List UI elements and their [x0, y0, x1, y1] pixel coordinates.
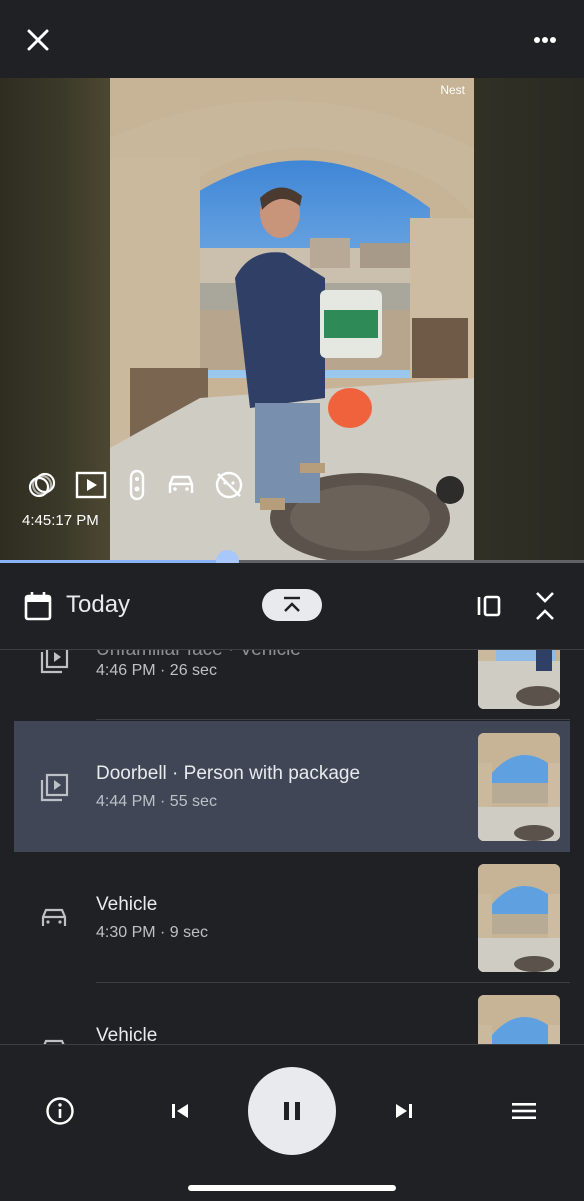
- video-clip-icon: [38, 771, 70, 803]
- info-button[interactable]: [44, 1095, 76, 1127]
- nest-brand-label: Nest: [440, 83, 465, 97]
- expand-collapse-button[interactable]: [530, 587, 560, 625]
- unfold-less-icon: [536, 592, 554, 620]
- vehicle-icon: [38, 1033, 70, 1044]
- event-list[interactable]: Unfamiliar face · Vehicle 4:46 PM · 26 s…: [14, 650, 570, 1044]
- event-list-item[interactable]: Unfamiliar face · Vehicle 4:46 PM · 26 s…: [14, 650, 570, 720]
- face-off-icon: [212, 468, 246, 502]
- event-thumbnail[interactable]: [478, 864, 560, 972]
- close-icon: [27, 29, 49, 51]
- video-timestamp: 4:45:17 PM: [22, 512, 99, 529]
- collapse-video-button[interactable]: [262, 589, 322, 621]
- menu-icon: [512, 1103, 536, 1119]
- event-meta: 4:30 PM · 9 sec: [96, 924, 209, 941]
- event-meta: 4:44 PM · 55 sec: [96, 793, 217, 810]
- top-bar: [0, 0, 584, 78]
- pause-button[interactable]: [248, 1067, 336, 1155]
- skip-previous-button[interactable]: [166, 1097, 194, 1125]
- event-thumbnail[interactable]: [478, 733, 560, 841]
- skip-previous-icon: [172, 1104, 188, 1118]
- event-list-item[interactable]: Vehicle: [14, 983, 570, 1044]
- vehicle-icon: [164, 468, 198, 502]
- view-layout-button[interactable]: [474, 591, 504, 621]
- event-type-icons: [26, 468, 256, 502]
- event-title: Vehicle: [96, 894, 158, 915]
- close-button[interactable]: [20, 22, 56, 58]
- event-thumbnail[interactable]: [478, 650, 560, 709]
- event-list-item[interactable]: Vehicle 4:30 PM · 9 sec: [14, 852, 570, 983]
- vehicle-icon: [38, 902, 70, 934]
- event-title: Vehicle: [96, 1025, 158, 1044]
- skip-next-button[interactable]: [390, 1097, 418, 1125]
- row-divider: [96, 719, 570, 720]
- view-layout-icon: [477, 595, 501, 617]
- event-title: Unfamiliar face · Vehicle: [96, 650, 301, 661]
- event-title: Doorbell · Person with package: [96, 763, 361, 784]
- doorbell-icon: [120, 468, 154, 502]
- video-clip-icon: [74, 468, 108, 502]
- event-thumbnail[interactable]: [478, 995, 560, 1044]
- date-bar: Today: [0, 563, 584, 650]
- date-label[interactable]: Today: [66, 591, 130, 619]
- event-list-item-selected[interactable]: Doorbell · Person with package 4:44 PM ·…: [14, 721, 570, 852]
- home-indicator[interactable]: [188, 1185, 396, 1191]
- info-icon: [46, 1097, 74, 1125]
- video-clip-icon: [38, 650, 70, 675]
- more-options-button[interactable]: [525, 26, 565, 54]
- pause-icon: [284, 1102, 300, 1120]
- event-meta: 4:46 PM · 26 sec: [96, 662, 217, 679]
- collapse-up-icon: [284, 596, 300, 612]
- calendar-icon[interactable]: [24, 591, 52, 621]
- menu-button[interactable]: [508, 1097, 540, 1125]
- video-player[interactable]: Nest 4:45:17 PM: [0, 78, 584, 562]
- more-horizontal-icon: [534, 37, 556, 43]
- activity-zones-icon: [26, 468, 60, 502]
- skip-next-icon: [396, 1104, 412, 1118]
- playback-controls-bar: [0, 1044, 584, 1201]
